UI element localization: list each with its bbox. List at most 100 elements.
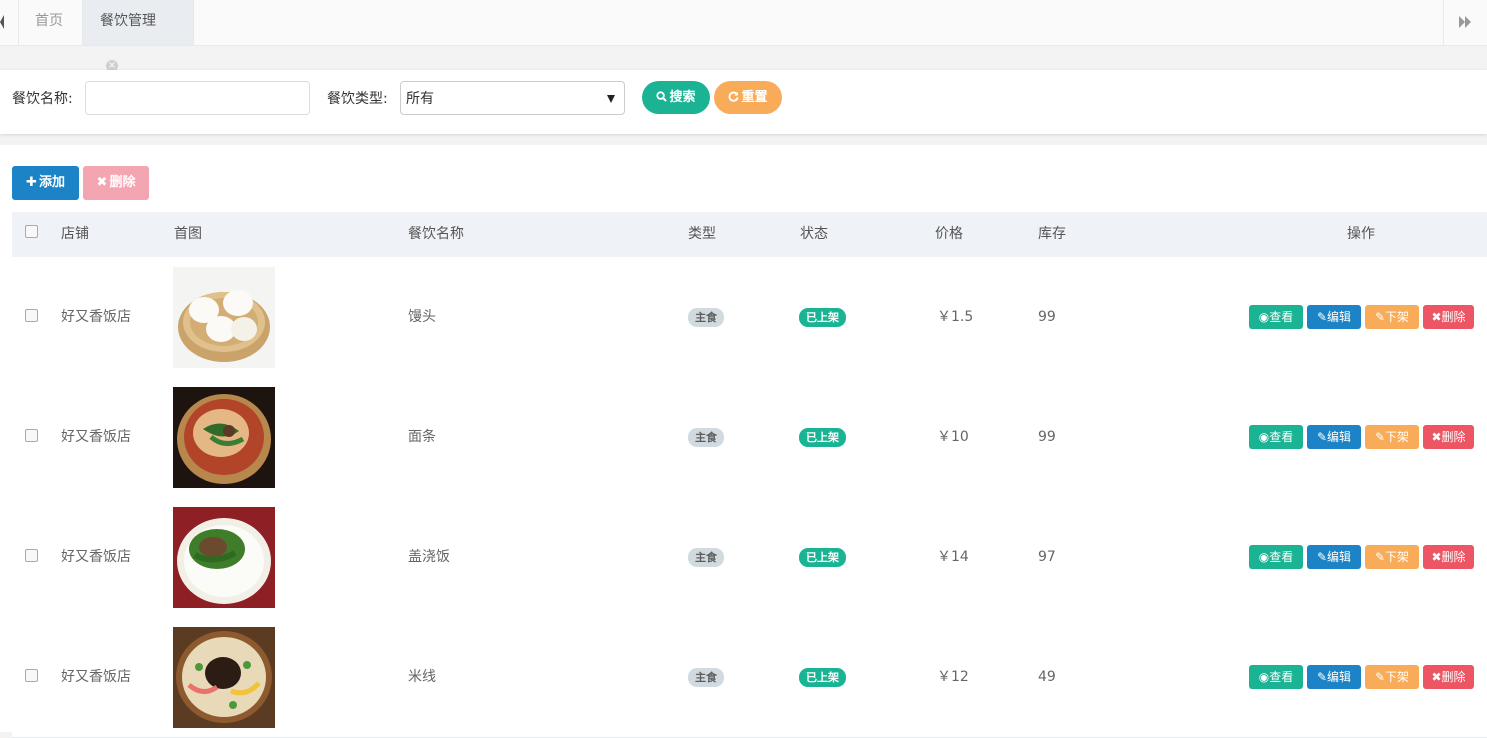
food-image-rice-bowl: [173, 507, 275, 608]
column-header-actions: 操作: [1347, 226, 1375, 242]
food-name-cell: 面条: [408, 429, 436, 445]
tab-scroll-left-button[interactable]: [0, 0, 19, 45]
column-header-type: 类型: [688, 226, 716, 242]
table-row: 好又香饭店 米线 主食 已上架 ￥12 49 ◉查看 ✎编辑 ✎下架 ✖删除: [12, 617, 1487, 738]
edit-button-label: 编辑: [1327, 430, 1352, 444]
batch-delete-button[interactable]: ✖ 删除: [83, 166, 149, 200]
take-down-button[interactable]: ✎下架: [1365, 305, 1419, 329]
close-icon: ✖: [96, 175, 108, 190]
type-badge: 主食: [688, 428, 724, 447]
food-image-steamed-buns: [173, 267, 275, 368]
take-down-button-label: 下架: [1385, 670, 1410, 684]
take-down-button-label: 下架: [1385, 310, 1410, 324]
view-button-label: 查看: [1269, 430, 1294, 444]
food-type-label: 餐饮类型:: [327, 91, 388, 107]
add-button-label: 添加: [38, 175, 65, 190]
view-button-label: 查看: [1269, 310, 1294, 324]
row-checkbox[interactable]: [25, 669, 38, 682]
food-name-input[interactable]: [85, 81, 310, 115]
take-down-button[interactable]: ✎下架: [1365, 545, 1419, 569]
view-button[interactable]: ◉查看: [1249, 305, 1303, 329]
tab-home[interactable]: 首页: [18, 0, 82, 45]
delete-button[interactable]: ✖删除: [1423, 665, 1474, 689]
food-type-selected-value: 所有: [406, 91, 434, 107]
edit-icon: ✎: [1374, 670, 1386, 684]
eye-icon: ◉: [1258, 670, 1270, 684]
view-button-label: 查看: [1269, 550, 1294, 564]
shop-cell: 好又香饭店: [61, 549, 131, 565]
column-header-status: 状态: [800, 226, 828, 242]
close-icon: ✖: [1431, 670, 1442, 684]
view-button[interactable]: ◉查看: [1249, 665, 1303, 689]
food-name-cell: 盖浇饭: [408, 549, 450, 565]
table-row: 好又香饭店 面条 主食 已上架 ￥10 99 ◉查看 ✎编辑 ✎下架 ✖删除: [12, 377, 1487, 498]
batch-delete-button-label: 删除: [109, 175, 136, 190]
table-header: 店铺 首图 餐饮名称 类型 状态 价格 库存 操作: [12, 212, 1487, 258]
column-header-image: 首图: [174, 226, 202, 242]
column-header-stock: 库存: [1038, 226, 1066, 242]
search-icon: [656, 81, 668, 114]
select-all-checkbox[interactable]: [25, 225, 38, 238]
status-badge: 已上架: [799, 548, 846, 567]
food-type-select[interactable]: 所有: [400, 81, 625, 115]
edit-button[interactable]: ✎编辑: [1307, 305, 1361, 329]
column-header-price: 价格: [935, 226, 963, 242]
search-button[interactable]: 搜索: [642, 81, 710, 114]
take-down-button[interactable]: ✎下架: [1365, 425, 1419, 449]
tab-bar: 首页 餐饮管理 ×: [0, 0, 1487, 72]
table-row: 好又香饭店 盖浇饭 主食 已上架 ￥14 97 ◉查看 ✎编辑 ✎下架 ✖删除: [12, 497, 1487, 618]
stock-cell: 99: [1038, 429, 1056, 445]
refresh-icon: [728, 81, 740, 114]
shop-cell: 好又香饭店: [61, 309, 131, 325]
delete-button[interactable]: ✖删除: [1423, 305, 1474, 329]
delete-button-label: 删除: [1441, 430, 1466, 444]
shop-cell: 好又香饭店: [61, 669, 131, 685]
status-badge: 已上架: [799, 308, 846, 327]
edit-button[interactable]: ✎编辑: [1307, 665, 1361, 689]
view-button[interactable]: ◉查看: [1249, 545, 1303, 569]
tab-home-label: 首页: [35, 13, 63, 29]
eye-icon: ◉: [1258, 310, 1270, 324]
row-checkbox[interactable]: [25, 429, 38, 442]
reset-button[interactable]: 重置: [714, 81, 782, 114]
status-badge: 已上架: [799, 668, 846, 687]
edit-icon: ✎: [1316, 430, 1328, 444]
price-cell: ￥10: [937, 429, 969, 445]
row-checkbox[interactable]: [25, 309, 38, 322]
price-cell: ￥1.5: [937, 309, 974, 325]
edit-button[interactable]: ✎编辑: [1307, 545, 1361, 569]
close-icon: ✖: [1431, 310, 1442, 324]
view-button[interactable]: ◉查看: [1249, 425, 1303, 449]
delete-button[interactable]: ✖删除: [1423, 425, 1474, 449]
column-header-shop: 店铺: [61, 226, 89, 242]
food-image-rice-noodles: [173, 627, 275, 728]
price-cell: ￥12: [937, 669, 969, 685]
food-name-cell: 馒头: [408, 309, 436, 325]
add-button[interactable]: ✚ 添加: [12, 166, 79, 200]
tab-food-management-label: 餐饮管理: [100, 13, 156, 29]
take-down-button[interactable]: ✎下架: [1365, 665, 1419, 689]
shop-cell: 好又香饭店: [61, 429, 131, 445]
plus-icon: ✚: [26, 175, 37, 190]
take-down-button-label: 下架: [1385, 430, 1410, 444]
search-panel: 餐饮名称: 餐饮类型: 所有 搜索 重置: [0, 70, 1487, 134]
eye-icon: ◉: [1258, 550, 1270, 564]
type-badge: 主食: [688, 668, 724, 687]
edit-button[interactable]: ✎编辑: [1307, 425, 1361, 449]
food-name-cell: 米线: [408, 669, 436, 685]
food-name-label: 餐饮名称:: [12, 91, 73, 107]
tab-scroll-right-button[interactable]: [1443, 0, 1487, 45]
stock-cell: 99: [1038, 309, 1056, 325]
delete-button[interactable]: ✖删除: [1423, 545, 1474, 569]
tab-food-management[interactable]: 餐饮管理 ×: [82, 0, 194, 72]
edit-icon: ✎: [1316, 310, 1328, 324]
take-down-button-label: 下架: [1385, 550, 1410, 564]
main-panel: ✚ 添加 ✖ 删除 店铺 首图 餐饮名称 类型 状态 价格 库存 操作 好又香饭店: [0, 145, 1487, 738]
dropdown-arrow-icon: [607, 95, 615, 103]
edit-button-label: 编辑: [1327, 550, 1352, 564]
close-icon: ✖: [1431, 430, 1442, 444]
delete-button-label: 删除: [1441, 550, 1466, 564]
row-checkbox[interactable]: [25, 549, 38, 562]
status-badge: 已上架: [799, 428, 846, 447]
stock-cell: 97: [1038, 549, 1056, 565]
